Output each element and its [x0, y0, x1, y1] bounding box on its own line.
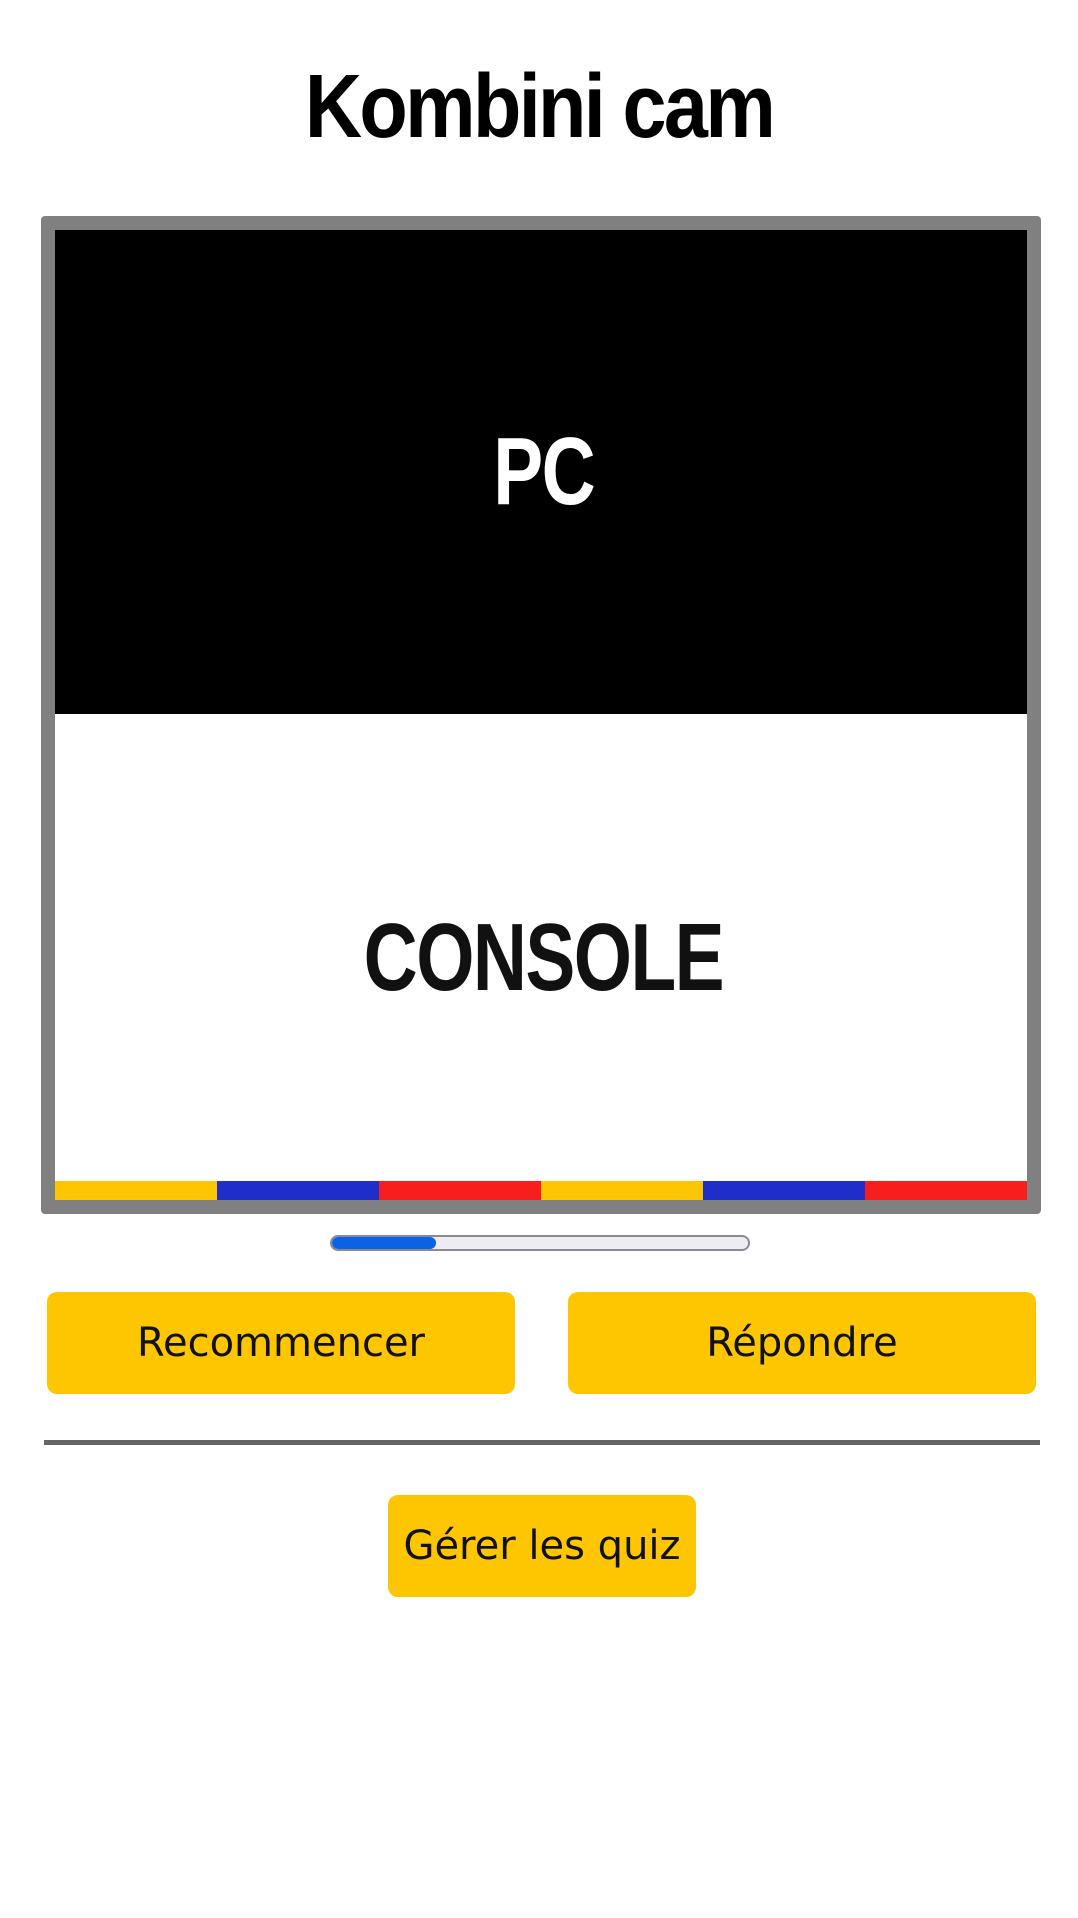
color-strip-segment [703, 1181, 865, 1200]
color-strip-segment [55, 1181, 217, 1200]
restart-button[interactable]: Recommencer [47, 1292, 515, 1394]
answer-button[interactable]: Répondre [568, 1292, 1036, 1394]
color-strip-segment [865, 1181, 1027, 1200]
color-strip [55, 1181, 1027, 1200]
timer-progress-fill [332, 1237, 436, 1249]
color-strip-segment [541, 1181, 703, 1200]
option-bottom-panel: CONSOLE [55, 714, 1027, 1185]
option-top-panel: PC [55, 230, 1027, 714]
color-strip-segment [379, 1181, 541, 1200]
option-top-label: PC [493, 418, 596, 525]
divider [44, 1440, 1040, 1445]
app-title: Kombini cam [304, 57, 776, 157]
color-strip-segment [217, 1181, 379, 1200]
option-bottom-label: CONSOLE [363, 903, 724, 1011]
manage-quiz-button[interactable]: Gérer les quiz [388, 1495, 696, 1597]
timer-progress-bar [330, 1235, 750, 1251]
camera-view: PC CONSOLE [41, 216, 1041, 1214]
